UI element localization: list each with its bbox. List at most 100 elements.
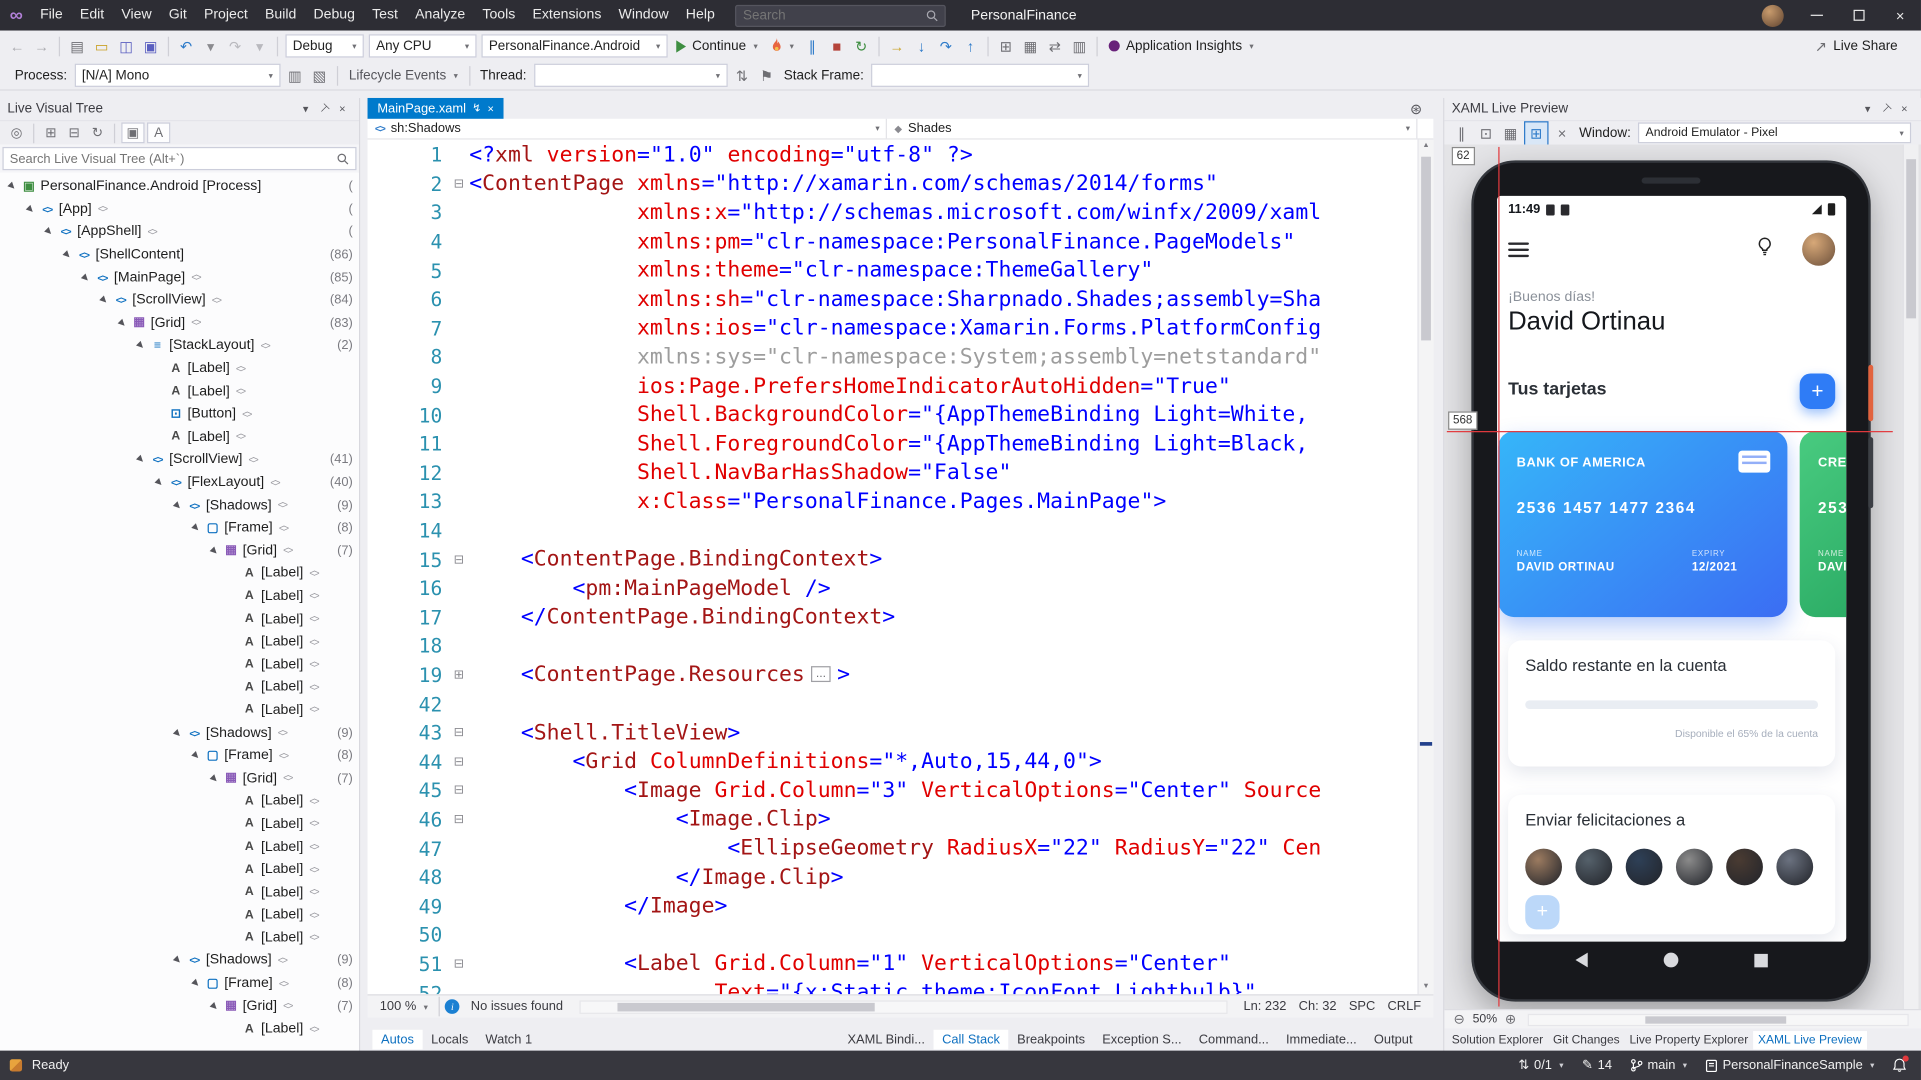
expander-icon[interactable]: ▶ <box>132 337 149 354</box>
tree-node[interactable]: ▶ ▦ [Grid] <> (83) <box>0 312 359 335</box>
theme-lightbulb-icon[interactable] <box>1754 236 1775 263</box>
code-line[interactable]: 8 xmlns:sys="clr-namespace:System;assemb… <box>368 343 1418 372</box>
code-line[interactable]: 12 Shell.NavBarHasShadow="False" <box>368 459 1418 488</box>
zoom-out-icon[interactable]: ⊖ <box>1449 1011 1469 1028</box>
tab-solution-explorer[interactable]: Solution Explorer <box>1447 1030 1548 1048</box>
expander-icon[interactable]: ▶ <box>169 952 186 969</box>
preview-vertical-scrollbar[interactable] <box>1902 144 1919 1009</box>
step-out-icon[interactable]: ↑ <box>958 34 983 58</box>
threads-icon[interactable]: ⇅ <box>730 63 755 87</box>
hot-reload-button[interactable]: ▾ <box>764 33 800 59</box>
expander-icon[interactable]: ▶ <box>169 497 186 514</box>
hamburger-menu-icon[interactable] <box>1508 242 1529 260</box>
tree-node[interactable]: ▶⊡[Button]<> <box>0 403 359 426</box>
preview-selected-icon[interactable]: A <box>147 122 171 144</box>
expander-icon[interactable]: ▶ <box>206 770 223 787</box>
code-line[interactable]: 16 <pm:MainPageModel /> <box>368 574 1418 603</box>
code-line[interactable]: 45 ⊟ <Image Grid.Column="3" VerticalOptio… <box>368 776 1418 805</box>
expander-icon[interactable]: ▶ <box>187 747 204 764</box>
recents-nav-icon[interactable] <box>1753 953 1768 967</box>
expander-icon[interactable]: ▶ <box>187 975 204 992</box>
collapse-tree-icon[interactable]: ⊟ <box>62 122 85 143</box>
phone-screen[interactable]: 11:49 ¡Buenos días! David Ortinau Tus ta… <box>1497 195 1847 942</box>
expander-icon[interactable]: ▶ <box>151 474 168 491</box>
breadcrumb-member-dropdown[interactable]: ◆ Shades ▾ <box>887 118 1418 139</box>
panel-header[interactable]: Live Visual Tree ▾ ⊤ × <box>0 97 359 121</box>
menu-file[interactable]: File <box>31 7 71 22</box>
tree-node[interactable]: ▶ <> [Shadows] <> (9) <box>0 949 359 972</box>
expander-icon[interactable]: ▶ <box>169 724 186 741</box>
tree-node[interactable]: ▶ ▢ [Frame] <> (8) <box>0 517 359 540</box>
tree-node[interactable]: ▶A[Label]<> <box>0 426 359 449</box>
step-over-icon[interactable]: ↷ <box>934 34 959 58</box>
continue-button[interactable]: Continue ▾ <box>670 33 764 59</box>
tab-command-[interactable]: Command... <box>1190 1030 1277 1050</box>
menu-help[interactable]: Help <box>677 7 723 22</box>
tree-node[interactable]: ▶A[Label]<> <box>0 926 359 949</box>
scroll-down-icon[interactable]: ▼ <box>1419 981 1434 994</box>
bank-card-blue[interactable]: BANK OF AMERICA 2536 1457 1477 2364 NAME… <box>1498 431 1788 618</box>
tab-xaml-bindi-[interactable]: XAML Bindi... <box>839 1030 934 1050</box>
menu-git[interactable]: Git <box>160 7 195 22</box>
rulers-icon[interactable]: ⊞ <box>1524 120 1549 146</box>
code-line[interactable]: 43 ⊟ <Shell.TitleView> <box>368 719 1418 748</box>
tree-node[interactable]: ▶A[Label]<> <box>0 858 359 881</box>
code-line[interactable]: 47 <EllipseGeometry RadiusX="22" RadiusY… <box>368 834 1418 863</box>
undo-icon[interactable]: ↶ <box>174 34 199 58</box>
stop-icon[interactable]: ■ <box>825 34 850 58</box>
tree-node[interactable]: ▶A[Label]<> <box>0 653 359 676</box>
process-dropdown[interactable]: [N/A] Mono ▾ <box>74 63 281 87</box>
code-line[interactable]: 19 ⊞ <ContentPage.Resources... > <box>368 661 1418 690</box>
tree-node[interactable]: ▶ ≡ [StackLayout] <> (2) <box>0 334 359 357</box>
tab-live-property-explorer[interactable]: Live Property Explorer <box>1625 1030 1754 1048</box>
expander-icon[interactable]: ▶ <box>206 997 223 1014</box>
tree-node[interactable]: ▶ <> [MainPage] <> (85) <box>0 266 359 289</box>
tree-node[interactable]: ▶A[Label]<> <box>0 380 359 403</box>
document-tab-mainpage[interactable]: MainPage.xaml ↯ × <box>367 97 504 119</box>
tree-search-input[interactable] <box>9 151 337 166</box>
expander-icon[interactable]: ▶ <box>95 292 112 309</box>
code-line[interactable]: 15 ⊟ <ContentPage.BindingContext> <box>368 545 1418 574</box>
tree-node[interactable]: ▶A[Label]<> <box>0 904 359 927</box>
tree-node[interactable]: ▶ <> [Shadows] <> (9) <box>0 494 359 517</box>
fold-marker[interactable]: ⊟ <box>448 553 469 566</box>
fold-marker[interactable]: ⊟ <box>448 957 469 970</box>
tree-node[interactable]: ▶A[Label]<> <box>0 790 359 813</box>
restart-icon[interactable]: ↻ <box>849 34 874 58</box>
expander-icon[interactable]: ▶ <box>77 269 94 286</box>
undo-dropdown-icon[interactable]: ▾ <box>198 34 223 58</box>
save-icon[interactable]: ◫ <box>114 34 139 58</box>
code-line[interactable]: 1 <?xml version="1.0" encoding="utf-8" ?> <box>368 141 1418 170</box>
menu-view[interactable]: View <box>113 7 160 22</box>
fold-marker[interactable]: ⊟ <box>448 813 469 826</box>
pause-preview-icon[interactable]: ∥ <box>1449 121 1474 145</box>
tree-node[interactable]: ▶ ▦ [Grid] <> (7) <box>0 539 359 562</box>
account-avatar[interactable] <box>1761 4 1784 27</box>
zoom-level[interactable]: 50% <box>1473 1013 1498 1026</box>
startup-project-dropdown[interactable]: PersonalFinance.Android ▾ <box>481 34 668 58</box>
scrollbar-thumb[interactable] <box>1645 1015 1787 1024</box>
clear-guides-icon[interactable]: × <box>1550 121 1575 145</box>
code-line[interactable]: 51 ⊟ <Label Grid.Column="1" VerticalOptio… <box>368 950 1418 979</box>
issues-status[interactable]: No issues found <box>471 999 563 1014</box>
menu-debug[interactable]: Debug <box>305 7 364 22</box>
fold-marker[interactable]: ⊟ <box>448 755 469 768</box>
redo-icon[interactable]: ↷ <box>223 34 248 58</box>
friend-avatar[interactable] <box>1625 848 1663 886</box>
configuration-dropdown[interactable]: Debug ▾ <box>285 34 364 58</box>
close-button[interactable]: × <box>1879 0 1921 31</box>
nav-back-icon[interactable]: ← <box>5 34 30 58</box>
tree-node[interactable]: ▶ ▢ [Frame] <> (8) <box>0 744 359 767</box>
flag-thread-icon[interactable]: ⚑ <box>754 63 779 87</box>
tree-node[interactable]: ▶A[Label]<> <box>0 630 359 653</box>
collapsed-region[interactable]: ... <box>810 666 832 683</box>
tab-output[interactable]: Output <box>1365 1030 1421 1050</box>
code-line[interactable]: 11 Shell.ForegroundColor="{AppThemeBindi… <box>368 430 1418 459</box>
tree-node[interactable]: ▶A[Label]<> <box>0 699 359 722</box>
scrollbar-thumb[interactable] <box>1421 156 1431 341</box>
current-branch-button[interactable]: main ▾ <box>1630 1058 1687 1073</box>
refresh-tree-icon[interactable]: ↻ <box>86 122 109 143</box>
code-line[interactable]: 48 </Image.Clip> <box>368 863 1418 892</box>
lifecycle-events-button[interactable]: Lifecycle Events ▾ <box>343 62 464 88</box>
show-layout-adorners-icon[interactable]: ▣ <box>121 122 145 144</box>
